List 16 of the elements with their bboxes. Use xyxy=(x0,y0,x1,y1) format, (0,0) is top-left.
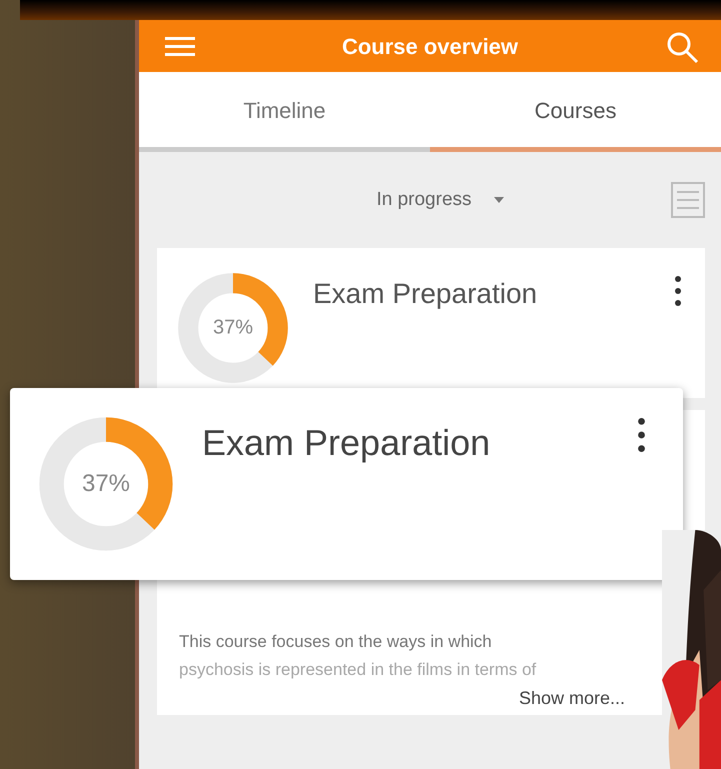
list-icon[interactable] xyxy=(671,182,705,218)
description-text: psychosis is represented in the films in terms of xyxy=(179,660,538,680)
show-more-link[interactable]: Show more... xyxy=(518,688,625,709)
course-title: Exam Preparation xyxy=(202,422,490,464)
more-icon[interactable] xyxy=(638,418,645,452)
progress-percent: 37% xyxy=(82,470,130,498)
more-icon[interactable] xyxy=(675,276,681,306)
course-card[interactable]: 37% Exam Preparation xyxy=(157,248,705,398)
search-icon[interactable] xyxy=(664,30,699,64)
filter-dropdown[interactable]: In progress xyxy=(370,188,510,212)
app-title: Course overview xyxy=(342,34,518,60)
description-text: This course focuses on the ways in which xyxy=(179,632,493,652)
caret-icon xyxy=(494,197,504,203)
course-title: Exam Preparation xyxy=(313,278,538,310)
progress-percent: 37% xyxy=(212,316,254,340)
menu-icon[interactable] xyxy=(165,36,195,58)
